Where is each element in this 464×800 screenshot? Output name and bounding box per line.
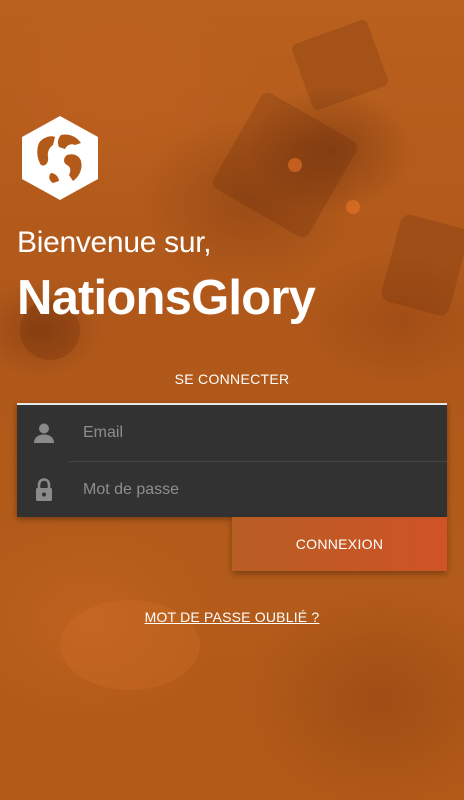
password-input[interactable] [83,462,435,518]
connexion-button[interactable]: CONNEXION [232,517,447,571]
login-form [17,403,447,518]
welcome-text: Bienvenue sur, [17,226,212,259]
globe-hexagon-logo [17,113,103,203]
forgot-password-row: MOT DE PASSE OUBLIÉ ? [0,609,464,627]
lock-icon [33,478,55,501]
brand-title: NationsGlory [17,271,316,325]
email-input[interactable] [83,405,435,461]
person-icon [33,422,55,444]
login-screen: Bienvenue sur, NationsGlory SE CONNECTER [0,0,464,800]
forgot-password-link[interactable]: MOT DE PASSE OUBLIÉ ? [145,609,320,625]
login-section-title: SE CONNECTER [174,371,290,387]
password-field-row [17,462,447,518]
email-field-row [17,405,447,461]
